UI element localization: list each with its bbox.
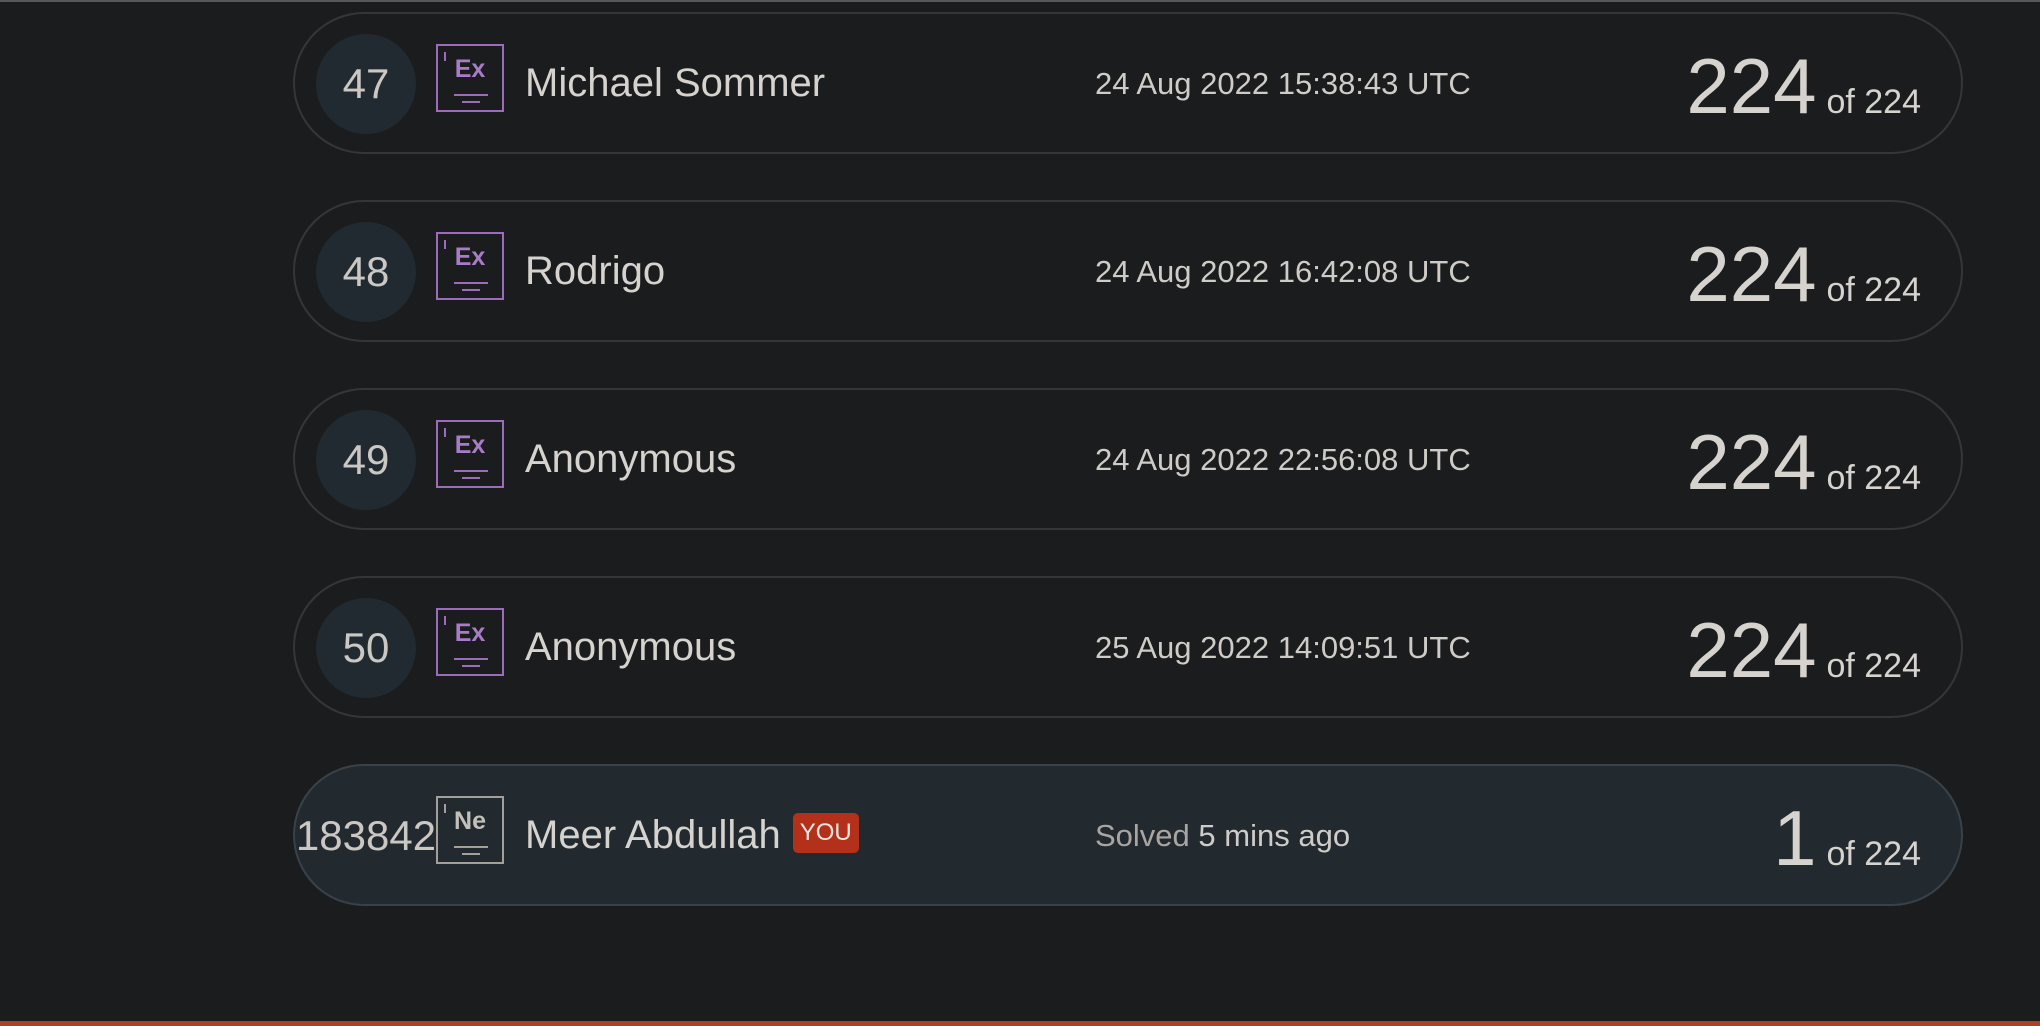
- expert-level-icon: Ex: [436, 608, 504, 676]
- rank-number: 49: [316, 410, 416, 510]
- solved-label: Solved: [1095, 818, 1190, 853]
- score-total: of 224: [1826, 271, 1921, 309]
- rank-number: 47: [316, 34, 416, 134]
- rank-number: 183842: [295, 812, 437, 859]
- bottom-accent-bar: [0, 1021, 2040, 1026]
- player-name[interactable]: Rodrigo: [525, 246, 665, 296]
- expert-level-icon: Ex: [436, 44, 504, 112]
- player-name[interactable]: Anonymous: [525, 434, 736, 484]
- player-name[interactable]: Michael Sommer: [525, 58, 825, 108]
- current-user-row[interactable]: 183842 Ne Meer Abdullah YOU Solved 5 mins…: [293, 764, 1963, 906]
- leaderboard-row[interactable]: 49 Ex Anonymous 24 Aug 2022 22:56:08 UTC…: [293, 388, 1963, 530]
- score-total: of 224: [1826, 647, 1921, 685]
- top-divider: [0, 0, 2040, 2]
- you-badge: YOU: [792, 813, 859, 854]
- player-name[interactable]: Anonymous: [525, 622, 736, 672]
- leaderboard-row[interactable]: 50 Ex Anonymous 25 Aug 2022 14:09:51 UTC…: [293, 576, 1963, 718]
- score: 224 of 224: [1686, 417, 1921, 507]
- leaderboard-row[interactable]: 48 Ex Rodrigo 24 Aug 2022 16:42:08 UTC 2…: [293, 200, 1963, 342]
- score-value: 224: [1686, 606, 1817, 694]
- player-name-text[interactable]: Meer Abdullah: [525, 813, 781, 857]
- score-total: of 224: [1826, 83, 1921, 121]
- solve-time: 24 Aug 2022 16:42:08 UTC: [1095, 254, 1471, 289]
- score: 224 of 224: [1686, 229, 1921, 319]
- player-name: Meer Abdullah YOU: [525, 810, 859, 860]
- score-value: 1: [1773, 794, 1817, 882]
- expert-level-icon: Ex: [436, 232, 504, 300]
- solve-time: 24 Aug 2022 15:38:43 UTC: [1095, 66, 1471, 101]
- score-total: of 224: [1826, 835, 1921, 873]
- score: 1 of 224: [1773, 793, 1921, 883]
- score-value: 224: [1686, 418, 1817, 506]
- solved-ago: 5 mins ago: [1198, 818, 1351, 853]
- score-total: of 224: [1826, 459, 1921, 497]
- solve-time: Solved 5 mins ago: [1095, 816, 1350, 856]
- score-value: 224: [1686, 230, 1817, 318]
- score: 224 of 224: [1686, 605, 1921, 695]
- newbie-level-icon: Ne: [436, 796, 504, 864]
- rank-number: 50: [316, 598, 416, 698]
- score: 224 of 224: [1686, 41, 1921, 131]
- leaderboard-row[interactable]: 47 Ex Michael Sommer 24 Aug 2022 15:38:4…: [293, 12, 1963, 154]
- rank-number: 48: [316, 222, 416, 322]
- score-value: 224: [1686, 42, 1817, 130]
- leaderboard-page: 47 Ex Michael Sommer 24 Aug 2022 15:38:4…: [0, 0, 2040, 1026]
- solve-time: 25 Aug 2022 14:09:51 UTC: [1095, 630, 1471, 665]
- expert-level-icon: Ex: [436, 420, 504, 488]
- solve-time: 24 Aug 2022 22:56:08 UTC: [1095, 442, 1471, 477]
